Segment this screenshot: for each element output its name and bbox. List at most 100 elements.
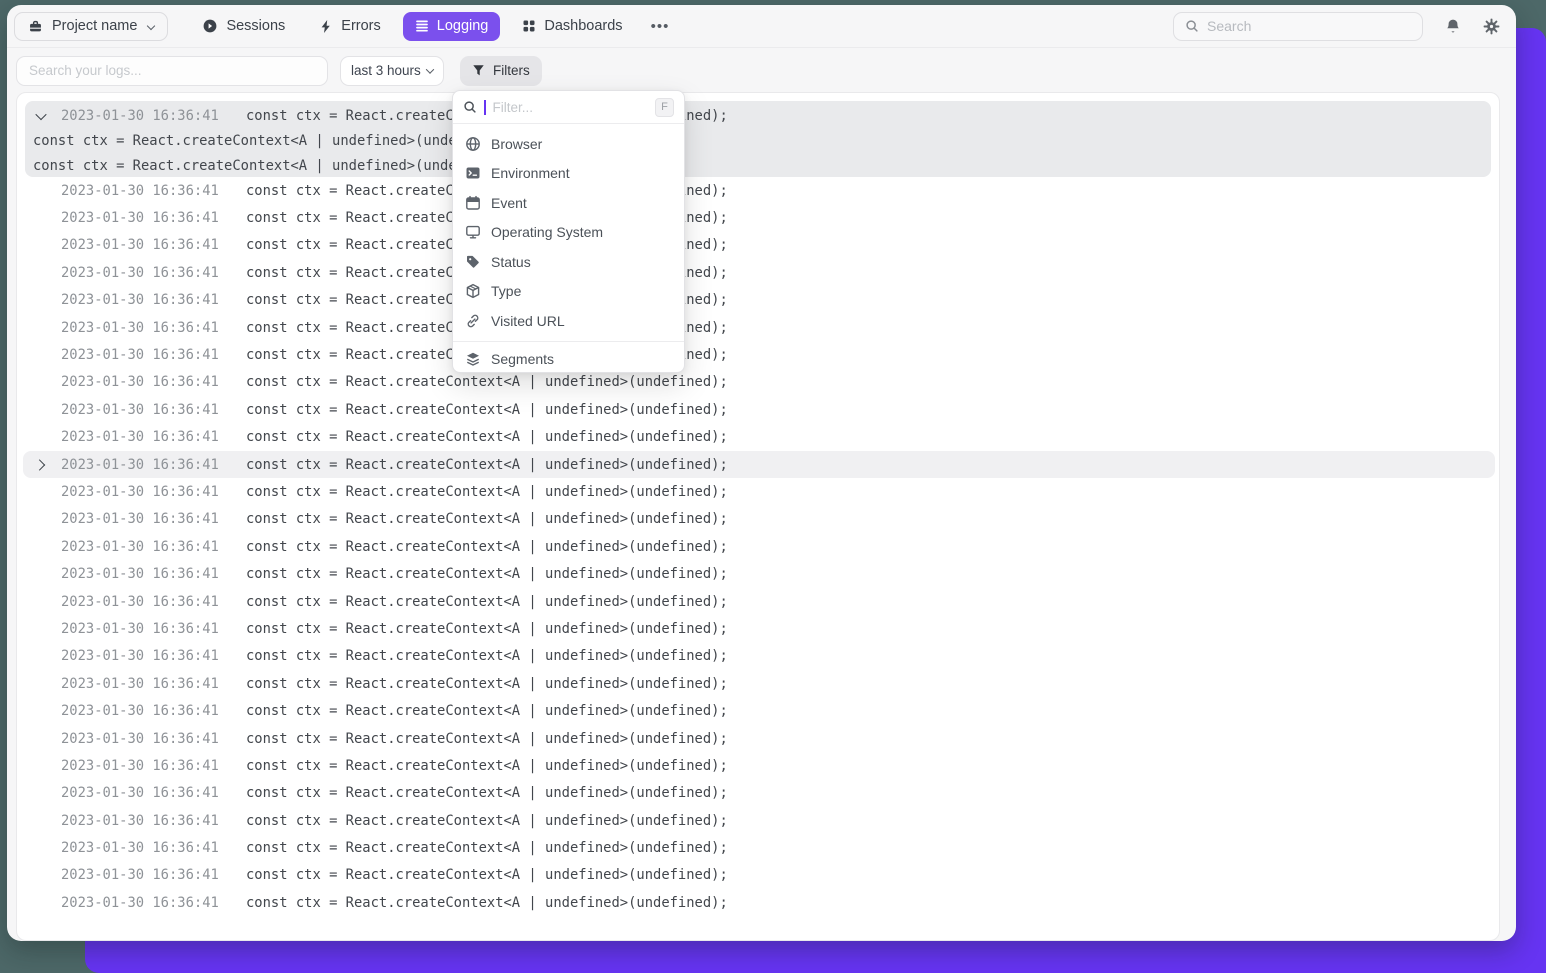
filters-label: Filters [493, 63, 530, 78]
log-row[interactable]: 2023-01-30 16:36:41 const ctx = React.cr… [23, 287, 1495, 314]
log-list: 2023-01-30 16:36:41 const ctx = React.cr… [23, 177, 1495, 917]
log-row[interactable]: 2023-01-30 16:36:41 const ctx = React.cr… [23, 451, 1495, 478]
log-row[interactable]: 2023-01-30 16:36:41 const ctx = React.cr… [23, 506, 1495, 533]
log-row[interactable]: 2023-01-30 16:36:41 const ctx = React.cr… [23, 478, 1495, 505]
log-message: const ctx = React.createContext<A | unde… [246, 539, 728, 555]
log-row[interactable]: 2023-01-30 16:36:41 const ctx = React.cr… [23, 889, 1495, 916]
globe-icon [465, 136, 481, 152]
log-message: const ctx = React.createContext<A | unde… [246, 676, 728, 692]
filter-option-label: Segments [491, 351, 554, 367]
filter-option-event[interactable]: Event [453, 188, 684, 218]
chevron-down-icon[interactable] [35, 108, 46, 119]
nav-item-errors[interactable]: Errors [307, 12, 392, 41]
log-message: const ctx = React.createContext<A | unde… [246, 484, 728, 500]
log-row[interactable]: 2023-01-30 16:36:41 const ctx = React.cr… [23, 396, 1495, 423]
log-row[interactable]: 2023-01-30 16:36:41 const ctx = React.cr… [23, 533, 1495, 560]
global-search-placeholder: Search [1207, 18, 1251, 34]
log-timestamp: 2023-01-30 16:36:41 [61, 785, 221, 801]
briefcase-icon [28, 19, 43, 34]
filters-button[interactable]: Filters [460, 56, 542, 86]
log-row[interactable]: 2023-01-30 16:36:41 const ctx = React.cr… [23, 560, 1495, 587]
bell-icon [1445, 18, 1461, 35]
log-row[interactable]: 2023-01-30 16:36:41 const ctx = React.cr… [23, 314, 1495, 341]
terminal-icon [465, 165, 481, 181]
log-message: const ctx = React.createContext<A | unde… [246, 429, 728, 445]
filter-search-input[interactable]: Filter... F [453, 91, 684, 124]
log-toolbar: Search your logs... last 3 hours Filters [7, 48, 1516, 93]
text-cursor [484, 100, 486, 115]
global-search-input[interactable]: Search [1173, 12, 1423, 41]
log-row[interactable]: 2023-01-30 16:36:41 const ctx = React.cr… [23, 424, 1495, 451]
nav-label: Logging [437, 18, 489, 34]
log-detail-line: const ctx = React.createContext<A | unde… [33, 133, 515, 149]
log-search-input[interactable]: Search your logs... [16, 56, 328, 86]
filter-option-segments[interactable]: Segments [453, 342, 684, 376]
filter-option-label: Environment [491, 165, 570, 181]
project-switcher[interactable]: Project name [14, 12, 168, 41]
log-message: const ctx = React.createContext<A | unde… [246, 895, 728, 911]
log-message: const ctx = React.createContext<A | unde… [246, 758, 728, 774]
log-timestamp: 2023-01-30 16:36:41 [61, 347, 221, 363]
time-range-select[interactable]: last 3 hours [340, 56, 444, 86]
bolt-icon [319, 19, 333, 34]
grid-icon [522, 19, 536, 33]
log-message: const ctx = React.createContext<A | unde… [246, 648, 728, 664]
log-row[interactable]: 2023-01-30 16:36:41 const ctx = React.cr… [23, 643, 1495, 670]
log-timestamp: 2023-01-30 16:36:41 [61, 895, 221, 911]
notifications-button[interactable] [1445, 18, 1461, 35]
log-timestamp: 2023-01-30 16:36:41 [61, 731, 221, 747]
log-row-expanded[interactable]: 2023-01-30 16:36:41 const ctx = React.cr… [25, 101, 1491, 177]
log-timestamp: 2023-01-30 16:36:41 [61, 648, 221, 664]
log-timestamp: 2023-01-30 16:36:41 [61, 484, 221, 500]
nav-item-logging[interactable]: Logging [403, 12, 501, 41]
filter-popup: Filter... F Browser [452, 90, 685, 373]
log-message: const ctx = React.createContext<A | unde… [246, 402, 728, 418]
log-row[interactable]: 2023-01-30 16:36:41 const ctx = React.cr… [23, 615, 1495, 642]
log-message: const ctx = React.createContext<A | unde… [246, 457, 728, 473]
log-row[interactable]: 2023-01-30 16:36:41 const ctx = React.cr… [23, 177, 1495, 204]
filter-option-environment[interactable]: Environment [453, 159, 684, 189]
nav-label: Dashboards [544, 18, 622, 34]
gear-icon [1483, 18, 1500, 35]
log-row[interactable]: 2023-01-30 16:36:41 const ctx = React.cr… [23, 204, 1495, 231]
log-message: const ctx = React.createContext<A | unde… [246, 511, 728, 527]
funnel-icon [472, 64, 485, 77]
nav-item-sessions[interactable]: Sessions [190, 12, 297, 41]
settings-button[interactable] [1483, 18, 1500, 35]
search-icon [463, 100, 477, 114]
log-row[interactable]: 2023-01-30 16:36:41 const ctx = React.cr… [23, 807, 1495, 834]
log-row[interactable]: 2023-01-30 16:36:41 const ctx = React.cr… [23, 341, 1495, 368]
log-row[interactable]: 2023-01-30 16:36:41 const ctx = React.cr… [23, 259, 1495, 286]
filter-option-label: Operating System [491, 224, 603, 240]
filter-option-label: Event [491, 195, 527, 211]
shortcut-key-badge: F [655, 98, 674, 117]
log-timestamp: 2023-01-30 16:36:41 [61, 292, 221, 308]
log-row[interactable]: 2023-01-30 16:36:41 const ctx = React.cr… [23, 862, 1495, 889]
chevron-right-icon[interactable] [34, 459, 45, 470]
log-row[interactable]: 2023-01-30 16:36:41 const ctx = React.cr… [23, 780, 1495, 807]
nav-item-dashboards[interactable]: Dashboards [510, 12, 634, 41]
log-row[interactable]: 2023-01-30 16:36:41 const ctx = React.cr… [23, 369, 1495, 396]
log-timestamp: 2023-01-30 16:36:41 [61, 758, 221, 774]
nav-more-button[interactable]: ••• [645, 18, 676, 35]
log-message: const ctx = React.createContext<A | unde… [246, 566, 728, 582]
filter-option-browser[interactable]: Browser [453, 129, 684, 159]
log-row[interactable]: 2023-01-30 16:36:41 const ctx = React.cr… [23, 697, 1495, 724]
filter-option-visited-url[interactable]: Visited URL [453, 306, 684, 336]
log-timestamp: 2023-01-30 16:36:41 [61, 813, 221, 829]
filter-option-status[interactable]: Status [453, 247, 684, 277]
filter-option-operating-system[interactable]: Operating System [453, 218, 684, 248]
layers-icon [465, 351, 481, 367]
box-icon [465, 283, 481, 299]
log-row[interactable]: 2023-01-30 16:36:41 const ctx = React.cr… [23, 752, 1495, 779]
log-row[interactable]: 2023-01-30 16:36:41 const ctx = React.cr… [23, 670, 1495, 697]
log-detail-line: const ctx = React.createContext<A | unde… [33, 158, 515, 174]
log-timestamp: 2023-01-30 16:36:41 [61, 867, 221, 883]
log-row[interactable]: 2023-01-30 16:36:41 const ctx = React.cr… [23, 834, 1495, 861]
filter-option-type[interactable]: Type [453, 277, 684, 307]
log-timestamp: 2023-01-30 16:36:41 [61, 621, 221, 637]
log-row[interactable]: 2023-01-30 16:36:41 const ctx = React.cr… [23, 725, 1495, 752]
log-row[interactable]: 2023-01-30 16:36:41 const ctx = React.cr… [23, 232, 1495, 259]
log-row[interactable]: 2023-01-30 16:36:41 const ctx = React.cr… [23, 588, 1495, 615]
log-timestamp: 2023-01-30 16:36:41 [61, 703, 221, 719]
